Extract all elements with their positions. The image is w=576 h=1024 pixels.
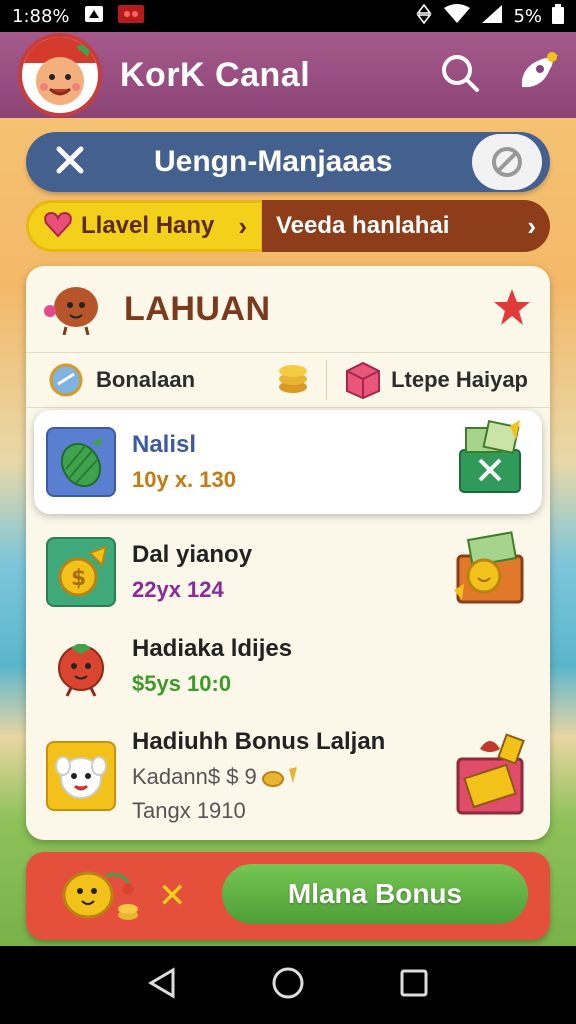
coin-blue-icon xyxy=(49,363,83,397)
search-bar[interactable]: Uengn-Manjaaas xyxy=(26,132,550,192)
signal-icon xyxy=(481,4,503,29)
item-subtitle: 10y x. 130 xyxy=(132,467,236,492)
tomato-tile xyxy=(46,631,116,701)
app-logo[interactable] xyxy=(18,33,102,117)
bonus-bar: ✕ Mlana Bonus xyxy=(26,852,550,940)
status-bar: 1:88% 5% xyxy=(0,0,576,32)
app-title: KorK Canal xyxy=(120,55,311,94)
fruit-mascot-icon xyxy=(44,859,144,934)
star-icon[interactable] xyxy=(492,287,532,332)
close-icon[interactable] xyxy=(56,146,84,179)
tab-ltepe-label: Ltepe Haiyap xyxy=(391,367,528,392)
item-title: Dal yianoy xyxy=(132,541,253,568)
item-subtitle: Kadann$ $ 9 xyxy=(132,764,257,789)
card-tabs: Bonalaan Ltepe Haiyap xyxy=(26,352,550,408)
status-time: 1:88% xyxy=(12,5,70,27)
item-line3: Tangx 1910 xyxy=(132,798,246,823)
feed-pill-label: Veeda hanlahai xyxy=(276,212,450,239)
coin-tile: $ xyxy=(46,537,116,607)
level-pill[interactable]: Llavel Hany › xyxy=(26,200,264,252)
item-title: Hadiuhh Bonus Laljan xyxy=(132,728,386,755)
item-subtitle: 22yx 124 xyxy=(132,577,224,602)
chevron-right-icon: › xyxy=(238,210,247,241)
block-icon xyxy=(492,147,522,177)
bonus-button[interactable]: Mlana Bonus xyxy=(222,864,528,924)
mascot-icon xyxy=(44,279,108,340)
item-title: Hadiaka ldijes xyxy=(132,635,293,662)
back-icon[interactable] xyxy=(147,966,177,1004)
close-symbol[interactable]: ✕ xyxy=(158,876,187,916)
tab-bonalaan[interactable]: Bonalaan xyxy=(48,362,195,398)
tab-bonalaan-label: Bonalaan xyxy=(96,367,196,392)
bonus-button-label: Mlana Bonus xyxy=(287,878,463,909)
app-bar: KorK Canal xyxy=(0,32,576,118)
puppy-tile xyxy=(46,741,116,811)
search-label: Uengn-Manjaaas xyxy=(154,145,393,178)
tomato-icon xyxy=(58,644,104,697)
item-title: Nalisl xyxy=(132,431,197,458)
treasure-chest-icon xyxy=(450,530,530,615)
feed-pill[interactable]: Veeda hanlahai › xyxy=(262,200,550,252)
tab-divider xyxy=(326,360,328,400)
list-item[interactable]: Hadiaka ldijes $5ys 10:0 xyxy=(34,614,542,718)
melon-icon xyxy=(60,437,102,488)
coin-bag-icon: $ xyxy=(58,545,108,597)
rewards-card: LAHUAN Bonalaan Ltepe Haiyap Nalisl 10y … xyxy=(26,266,550,840)
item-subtitle-row: Kadann$ $ 9 xyxy=(132,764,385,790)
cash-basket-icon xyxy=(450,419,530,505)
svg-text:$: $ xyxy=(71,566,86,591)
heart-icon xyxy=(43,210,73,243)
battery-percent: 5% xyxy=(513,5,542,27)
recents-icon[interactable] xyxy=(399,968,429,1003)
coin-small-icon xyxy=(261,767,297,787)
list-item[interactable]: Nalisl 10y x. 130 xyxy=(34,410,542,514)
list-item[interactable]: $ Dal yianoy 22yx 124 xyxy=(34,520,542,624)
coin-stack-icon xyxy=(276,361,310,400)
app-notification-icon xyxy=(117,4,144,28)
card-title: LAHUAN xyxy=(124,289,271,328)
chevron-right-icon: › xyxy=(527,210,536,241)
battery-icon xyxy=(552,3,564,29)
puppy-icon xyxy=(55,756,107,799)
block-button[interactable] xyxy=(472,134,542,190)
list-item[interactable]: Hadiuhh Bonus Laljan Kadann$ $ 9 Tangx 1… xyxy=(34,720,542,832)
gift-ticket-icon xyxy=(450,729,530,824)
level-pill-label: Llavel Hany xyxy=(81,212,215,239)
item-subtitle: $5ys 10:0 xyxy=(132,671,232,696)
notification-icon xyxy=(84,5,104,28)
system-nav-bar xyxy=(0,946,576,1024)
card-header: LAHUAN xyxy=(26,266,550,352)
home-icon[interactable] xyxy=(271,966,305,1005)
data-arrows-icon xyxy=(415,3,433,29)
wifi-icon xyxy=(443,3,471,29)
melon-tile xyxy=(46,427,116,497)
search-icon[interactable] xyxy=(440,53,480,98)
rocket-icon[interactable] xyxy=(514,51,558,100)
tab-ltepe[interactable]: Ltepe Haiyap xyxy=(343,361,528,399)
gift-box-icon xyxy=(346,361,381,399)
